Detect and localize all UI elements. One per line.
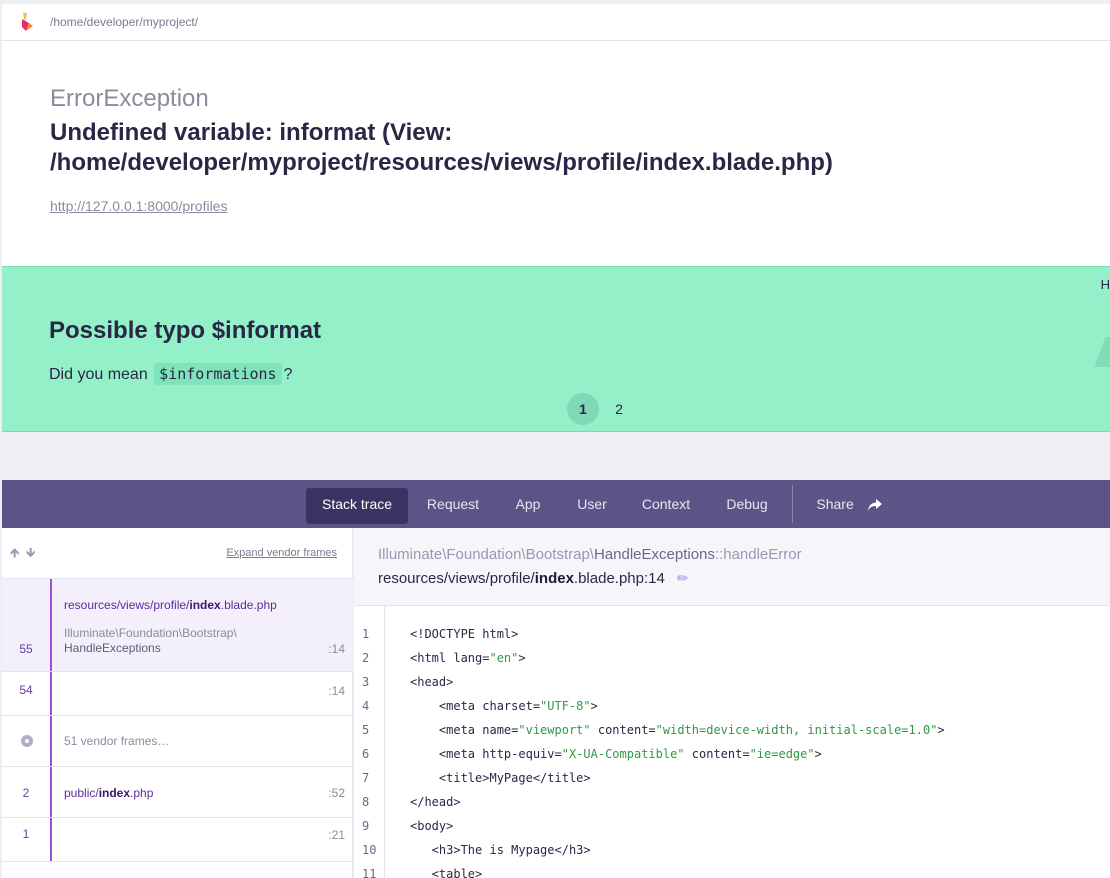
code-line: <title>MyPage</title> [410, 771, 591, 785]
tab-stack-trace[interactable]: Stack trace [306, 488, 408, 524]
solution-title: Possible typo $informat [49, 317, 322, 344]
code-line: <meta name="viewport" content="width=dev… [410, 723, 945, 737]
code-line: <body> [410, 819, 454, 833]
frame-file: resources/views/profile/index.blade.php [64, 598, 277, 612]
arrow-up-icon[interactable]: 🡹 [10, 544, 19, 566]
code-line: <meta http-equiv="X-UA-Compatible" conte… [410, 747, 822, 761]
solution-suggestion-code: $informations [154, 363, 282, 385]
vendor-frames-label: 51 vendor frames… [64, 734, 170, 748]
solution-description: Did you mean $informations? [49, 363, 293, 385]
solution-text-before: Did you mean [49, 366, 148, 383]
ignition-logo-icon[interactable] [20, 13, 34, 31]
code-line: <table> [410, 867, 483, 878]
pencil-icon[interactable]: ✏ [677, 570, 689, 587]
code-line: <h3>The is Mypage</h3> [410, 843, 591, 857]
exception-message: Undefined variable: informat (View: /hom… [50, 119, 833, 176]
tab-debug[interactable]: Debug [712, 488, 782, 524]
frame-class: Illuminate\Foundation\Bootstrap\ HandleEx… [64, 626, 237, 655]
top-bar: /home/developer/myproject/ [2, 4, 1110, 41]
frame-number: 2 [22, 786, 30, 800]
code-viewer-header: Illuminate\Foundation\Bootstrap\HandleEx… [354, 528, 1110, 606]
frame-indicator [50, 767, 52, 817]
exception-header: ErrorException Undefined variable: infor… [2, 41, 1110, 266]
solution-text-after: ? [283, 366, 293, 383]
frame-line: :21 [328, 828, 345, 842]
frame-indicator [50, 818, 52, 861]
tab-context[interactable]: Context [630, 488, 702, 524]
tab-bar: Stack trace Request App User Context Deb… [2, 480, 1110, 528]
frame-number: 1 [22, 827, 30, 841]
stack-frames-panel: 🡹 🡻 Expand vendor frames resources/views… [2, 528, 353, 878]
solution-tab-2[interactable]: 2 [603, 393, 635, 425]
current-file: resources/views/profile/index.blade.php:… [378, 570, 689, 587]
code-viewer: Illuminate\Foundation\Bootstrap\HandleEx… [354, 528, 1110, 878]
solution-decoration [1094, 337, 1110, 367]
code-line: <meta charset="UTF-8"> [410, 699, 598, 713]
tab-app[interactable]: App [502, 488, 554, 524]
frame-indicator [50, 716, 52, 766]
frame-file: public/index.php [64, 786, 154, 800]
frame-number: 55 [19, 642, 33, 656]
frame-line: :52 [328, 786, 345, 800]
stack-frame-54[interactable]: 54 :14 [2, 672, 353, 716]
frame-line: :14 [328, 642, 345, 656]
tab-user[interactable]: User [564, 488, 620, 524]
expand-vendor-frames-link[interactable]: Expand vendor frames [226, 547, 337, 559]
share-label: Share [816, 496, 854, 512]
code-lines: <!DOCTYPE html> <html lang="en"> <head> <m… [354, 606, 1110, 878]
solution-panel: H Possible typo $informat Did you mean $… [2, 266, 1110, 432]
frame-indicator [50, 579, 52, 671]
frame-number: 54 [19, 683, 33, 697]
exception-class: ErrorException [50, 85, 209, 112]
frame-indicator [50, 672, 52, 715]
tab-separator [792, 485, 793, 523]
solution-tab-1[interactable]: 1 [567, 393, 599, 425]
stack-frame-2[interactable]: 2 public/index.php :52 [2, 767, 353, 818]
arrow-down-icon[interactable]: 🡻 [26, 544, 35, 566]
solution-hide-link[interactable]: H [1101, 277, 1110, 292]
request-url-link[interactable]: http://127.0.0.1:8000/profiles [50, 198, 227, 214]
code-line: </head> [410, 795, 461, 809]
share-button[interactable]: Share [804, 488, 894, 524]
stack-frame-55[interactable]: resources/views/profile/index.blade.php … [2, 579, 353, 672]
code-line: <!DOCTYPE html> [410, 627, 519, 641]
vendor-frames-group[interactable]: 51 vendor frames… [2, 716, 353, 767]
share-icon [867, 499, 882, 512]
frame-line: :14 [328, 684, 345, 698]
stack-frame-1[interactable]: 1 :21 [2, 818, 353, 862]
code-line: <head> [410, 675, 454, 689]
code-line: <html lang="en"> [410, 651, 526, 665]
vendor-icon [21, 735, 33, 747]
frame-namespace: Illuminate\Foundation\Bootstrap\HandleEx… [378, 546, 802, 563]
stack-toolbar: 🡹 🡻 Expand vendor frames [2, 528, 353, 579]
project-path: /home/developer/myproject/ [50, 15, 199, 29]
tab-request[interactable]: Request [414, 488, 492, 524]
